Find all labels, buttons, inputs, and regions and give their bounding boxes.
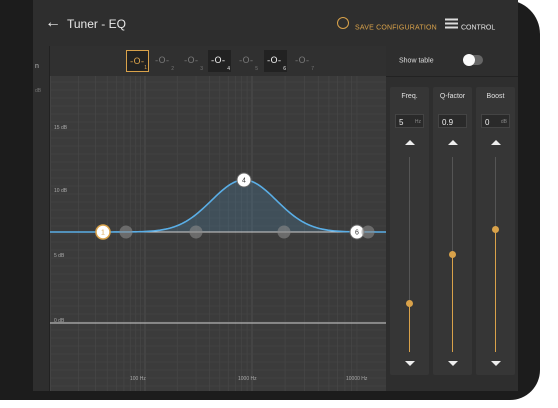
band-node-1[interactable]: 1 (95, 224, 111, 240)
x-axis-label: 1000 Hz (238, 376, 257, 382)
band-button-4[interactable]: -O- 4 (208, 50, 231, 72)
eq-chart-area: -O- 1 -O- 2 -O- 3 -O- 4 -O- 5 -O- 6 -O- 7 15 dB 10 dB 5… (50, 46, 386, 391)
band-button-5[interactable]: -O- 5 (236, 50, 259, 72)
qfactor-up-icon[interactable] (448, 140, 458, 145)
band-node-label: 4 (242, 178, 246, 185)
band-filter-icon: -O- (295, 56, 310, 66)
band-filter-icon: -O- (267, 56, 282, 66)
band-number: 3 (200, 66, 203, 72)
band-node-circle[interactable] (361, 225, 375, 239)
band-node-7[interactable] (361, 225, 375, 239)
page-title: Tuner - EQ (67, 17, 126, 31)
freq-label: Freq. (401, 93, 418, 100)
y-axis-label: 5 dB (54, 253, 65, 259)
freq-up-icon[interactable] (405, 140, 415, 145)
freq-down-icon[interactable] (405, 361, 415, 366)
freq-column: Freq. 5 Hz (390, 87, 429, 375)
x-axis-label: 100 Hz (130, 376, 146, 382)
boost-slider-thumb[interactable] (492, 225, 499, 233)
save-configuration-button[interactable]: SAVE CONFIGURATION (355, 25, 437, 32)
control-button[interactable]: CONTROL (461, 25, 495, 32)
band-node-circle[interactable] (277, 225, 291, 239)
boost-unit: dB (500, 119, 507, 125)
freq-slider-track[interactable] (406, 157, 413, 352)
band-number: 1 (144, 65, 147, 71)
band-button-7[interactable]: -O- 7 (292, 50, 315, 72)
band-filter-icon: -O- (239, 56, 254, 66)
eq-chart[interactable]: 15 dB10 dB5 dB0 dB100 Hz 1000 Hz 10000 Hz1… (50, 76, 386, 391)
band-node-4[interactable]: 4 (236, 172, 252, 188)
qfactor-column: Q-factor 0.9 (433, 87, 472, 375)
band-node-3[interactable] (189, 225, 203, 239)
y-axis-label: 10 dB (54, 188, 68, 194)
left-side-panel: n dB (33, 46, 50, 391)
band-number: 4 (227, 66, 230, 72)
band-button-1[interactable]: -O- 1 (126, 50, 149, 72)
band-node-2[interactable] (119, 225, 133, 239)
band-filter-icon: -O- (211, 56, 226, 66)
show-table-toggle[interactable] (463, 54, 483, 66)
band-node-label: 1 (101, 230, 105, 237)
freq-slider-thumb[interactable] (406, 299, 413, 307)
boost-slider-fill (495, 229, 496, 352)
band-number: 6 (283, 66, 286, 72)
show-table-row: Show table (386, 46, 518, 77)
band-node-circle[interactable] (189, 225, 203, 239)
band-node-5[interactable] (277, 225, 291, 239)
band-filter-icon: -O- (184, 56, 199, 66)
band-button-6[interactable]: -O- 6 (264, 50, 287, 72)
qfactor-down-icon[interactable] (448, 361, 458, 366)
qfactor-slider-track[interactable] (449, 157, 456, 352)
boost-column: Boost 0 dB (476, 87, 515, 375)
boost-label: Boost (486, 93, 505, 100)
freq-value: 5 (399, 118, 404, 127)
save-config-icon[interactable] (337, 17, 349, 29)
band-button-3[interactable]: -O- 3 (181, 50, 204, 72)
band-selector-bar: -O- 1 -O- 2 -O- 3 -O- 4 -O- 5 -O- 6 -O- 7 (50, 46, 386, 77)
left-panel-unit: dB (35, 88, 42, 94)
band-node-circle[interactable] (119, 225, 133, 239)
band-node-label: 6 (355, 230, 359, 237)
band-number: 2 (171, 66, 174, 72)
qfactor-slider-fill (452, 254, 453, 352)
boost-input[interactable]: 0 dB (481, 114, 510, 128)
qfactor-label: Q-factor (439, 93, 466, 100)
back-arrow-icon[interactable]: ← (45, 14, 61, 32)
y-axis-label: 15 dB (54, 125, 68, 131)
freq-input[interactable]: 5 Hz (395, 114, 424, 128)
band-button-2[interactable]: -O- 2 (152, 50, 175, 72)
toggle-knob (463, 54, 475, 66)
right-control-panel: Show table Freq. 5 Hz Q-factor 0.9 Boost… (386, 46, 518, 391)
tablet-frame: ← Tuner - EQ SAVE CONFIGURATION CONTROL … (0, 0, 540, 400)
boost-slider-track[interactable] (492, 157, 499, 352)
boost-value: 0 (485, 118, 490, 127)
band-number: 5 (255, 66, 258, 72)
qfactor-slider-thumb[interactable] (449, 251, 456, 258)
show-table-label: Show table (399, 57, 434, 65)
sliders-icon[interactable] (445, 18, 458, 30)
band-number: 7 (311, 66, 314, 72)
left-panel-label: n (35, 63, 39, 70)
boost-up-icon[interactable] (491, 140, 501, 145)
freq-unit: Hz (414, 119, 421, 125)
band-filter-icon: -O- (155, 56, 170, 66)
x-axis-label: 10000 Hz (346, 376, 368, 382)
freq-slider-fill (409, 303, 410, 352)
band-filter-icon: -O- (130, 57, 145, 67)
qfactor-value: 0.9 (442, 118, 454, 127)
qfactor-input[interactable]: 0.9 (438, 114, 467, 128)
top-bar: ← Tuner - EQ SAVE CONFIGURATION CONTROL (33, 0, 518, 46)
app-screen: ← Tuner - EQ SAVE CONFIGURATION CONTROL … (33, 0, 518, 391)
boost-down-icon[interactable] (491, 361, 501, 366)
